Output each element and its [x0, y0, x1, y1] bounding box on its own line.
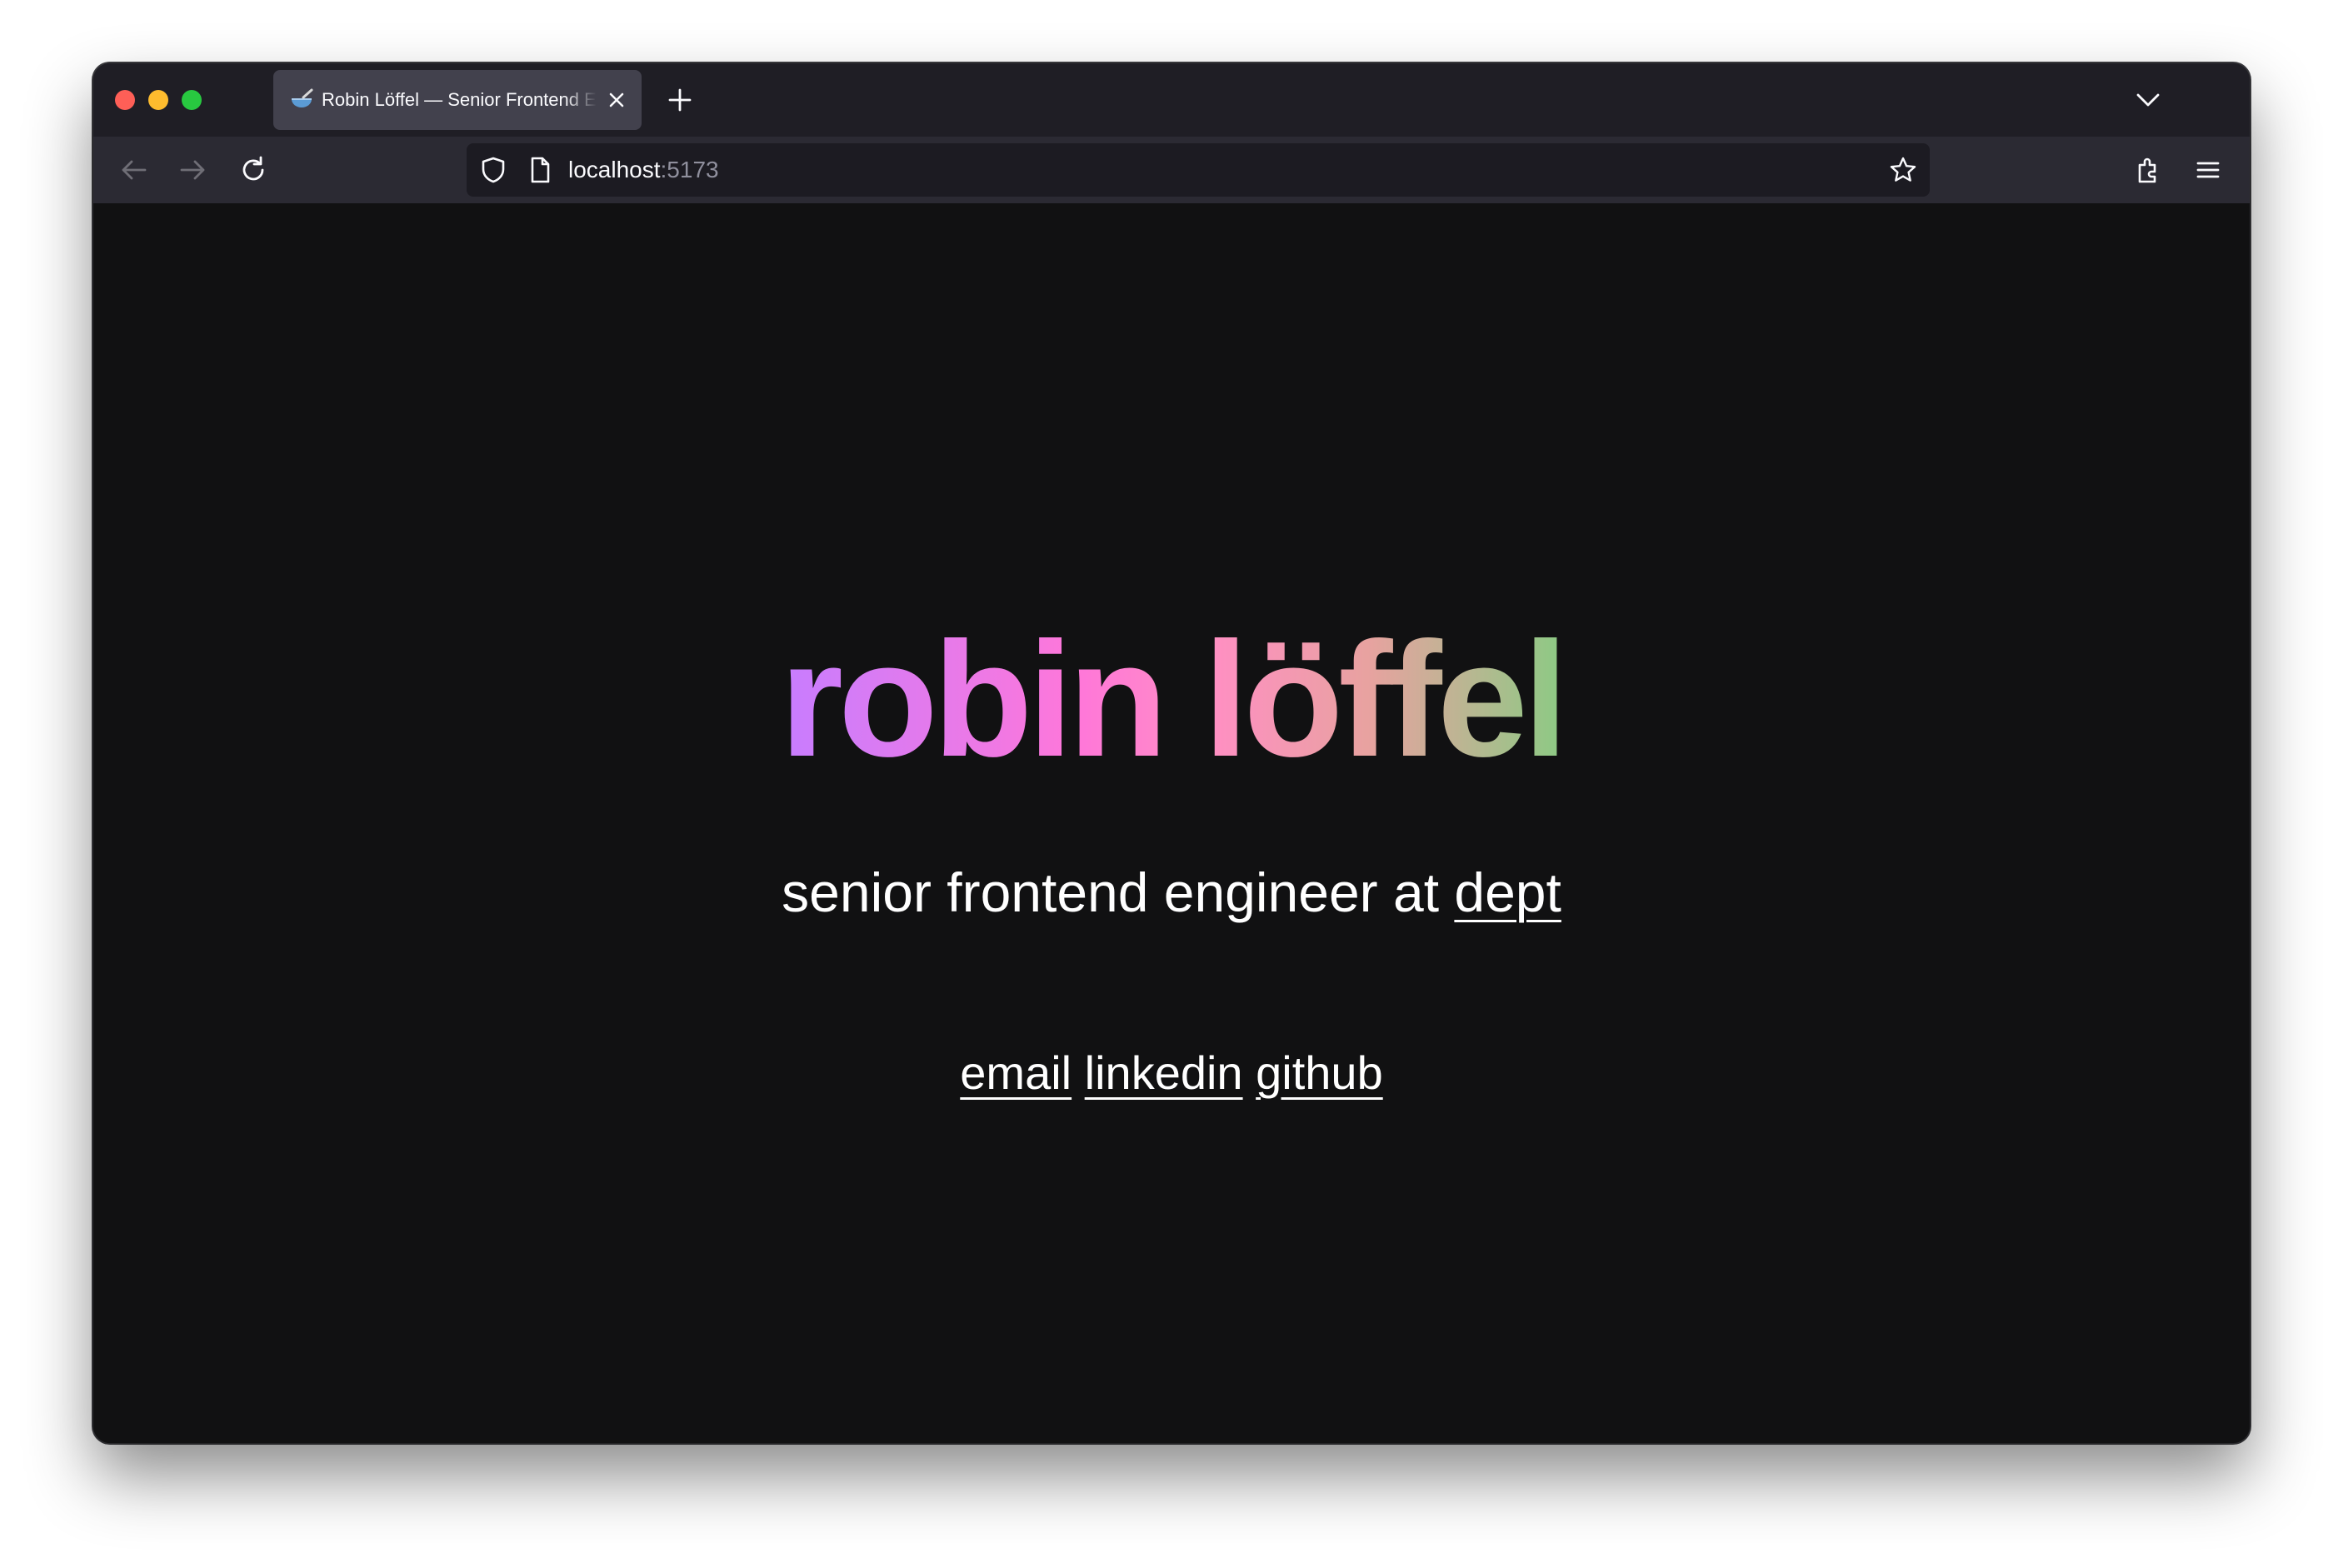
new-tab-plus-icon[interactable]	[663, 83, 697, 117]
github-link[interactable]: github	[1256, 1046, 1383, 1099]
hero-name: robin löffel	[93, 618, 2250, 782]
social-links: email linkedin github	[93, 1050, 2250, 1096]
zoom-window-button[interactable]	[182, 90, 202, 110]
tagline-text: senior frontend engineer at	[782, 861, 1455, 923]
tab-title: Robin Löffel — Senior Frontend Engineer	[322, 89, 597, 110]
company-link[interactable]: dept	[1454, 861, 1561, 923]
bookmark-star-icon[interactable]	[1888, 155, 1918, 185]
tagline: senior frontend engineer at dept	[93, 865, 2250, 920]
minimize-window-button[interactable]	[148, 90, 168, 110]
address-bar[interactable]: localhost:5173	[467, 143, 1930, 197]
tab-strip: Robin Löffel — Senior Frontend Engineer	[93, 63, 2250, 137]
close-tab-icon[interactable]	[605, 88, 628, 112]
forward-arrow-icon[interactable]	[177, 153, 210, 187]
back-arrow-icon[interactable]	[117, 153, 150, 187]
tab-active[interactable]: Robin Löffel — Senior Frontend Engineer	[273, 70, 642, 130]
reload-icon[interactable]	[237, 153, 270, 187]
url-port: :5173	[660, 157, 719, 182]
hero-name-text: robin löffel	[779, 608, 1569, 791]
url-text[interactable]: localhost:5173	[568, 143, 719, 197]
linkedin-link[interactable]: linkedin	[1085, 1046, 1243, 1099]
navigation-toolbar: localhost:5173	[93, 137, 2250, 203]
page-info-icon[interactable]	[525, 155, 555, 185]
tracking-protection-shield-icon[interactable]	[478, 155, 508, 185]
extensions-puzzle-icon[interactable]	[2131, 153, 2165, 187]
page-content: robin löffel senior frontend engineer at…	[93, 203, 2250, 1443]
close-window-button[interactable]	[115, 90, 135, 110]
url-host: localhost	[568, 157, 661, 182]
bowl-spoon-icon	[288, 87, 315, 113]
list-all-tabs-chevron-icon[interactable]	[2133, 85, 2163, 115]
hamburger-menu-icon[interactable]	[2191, 153, 2225, 187]
email-link[interactable]: email	[960, 1046, 1072, 1099]
browser-window: Robin Löffel — Senior Frontend Engineer	[93, 63, 2250, 1443]
